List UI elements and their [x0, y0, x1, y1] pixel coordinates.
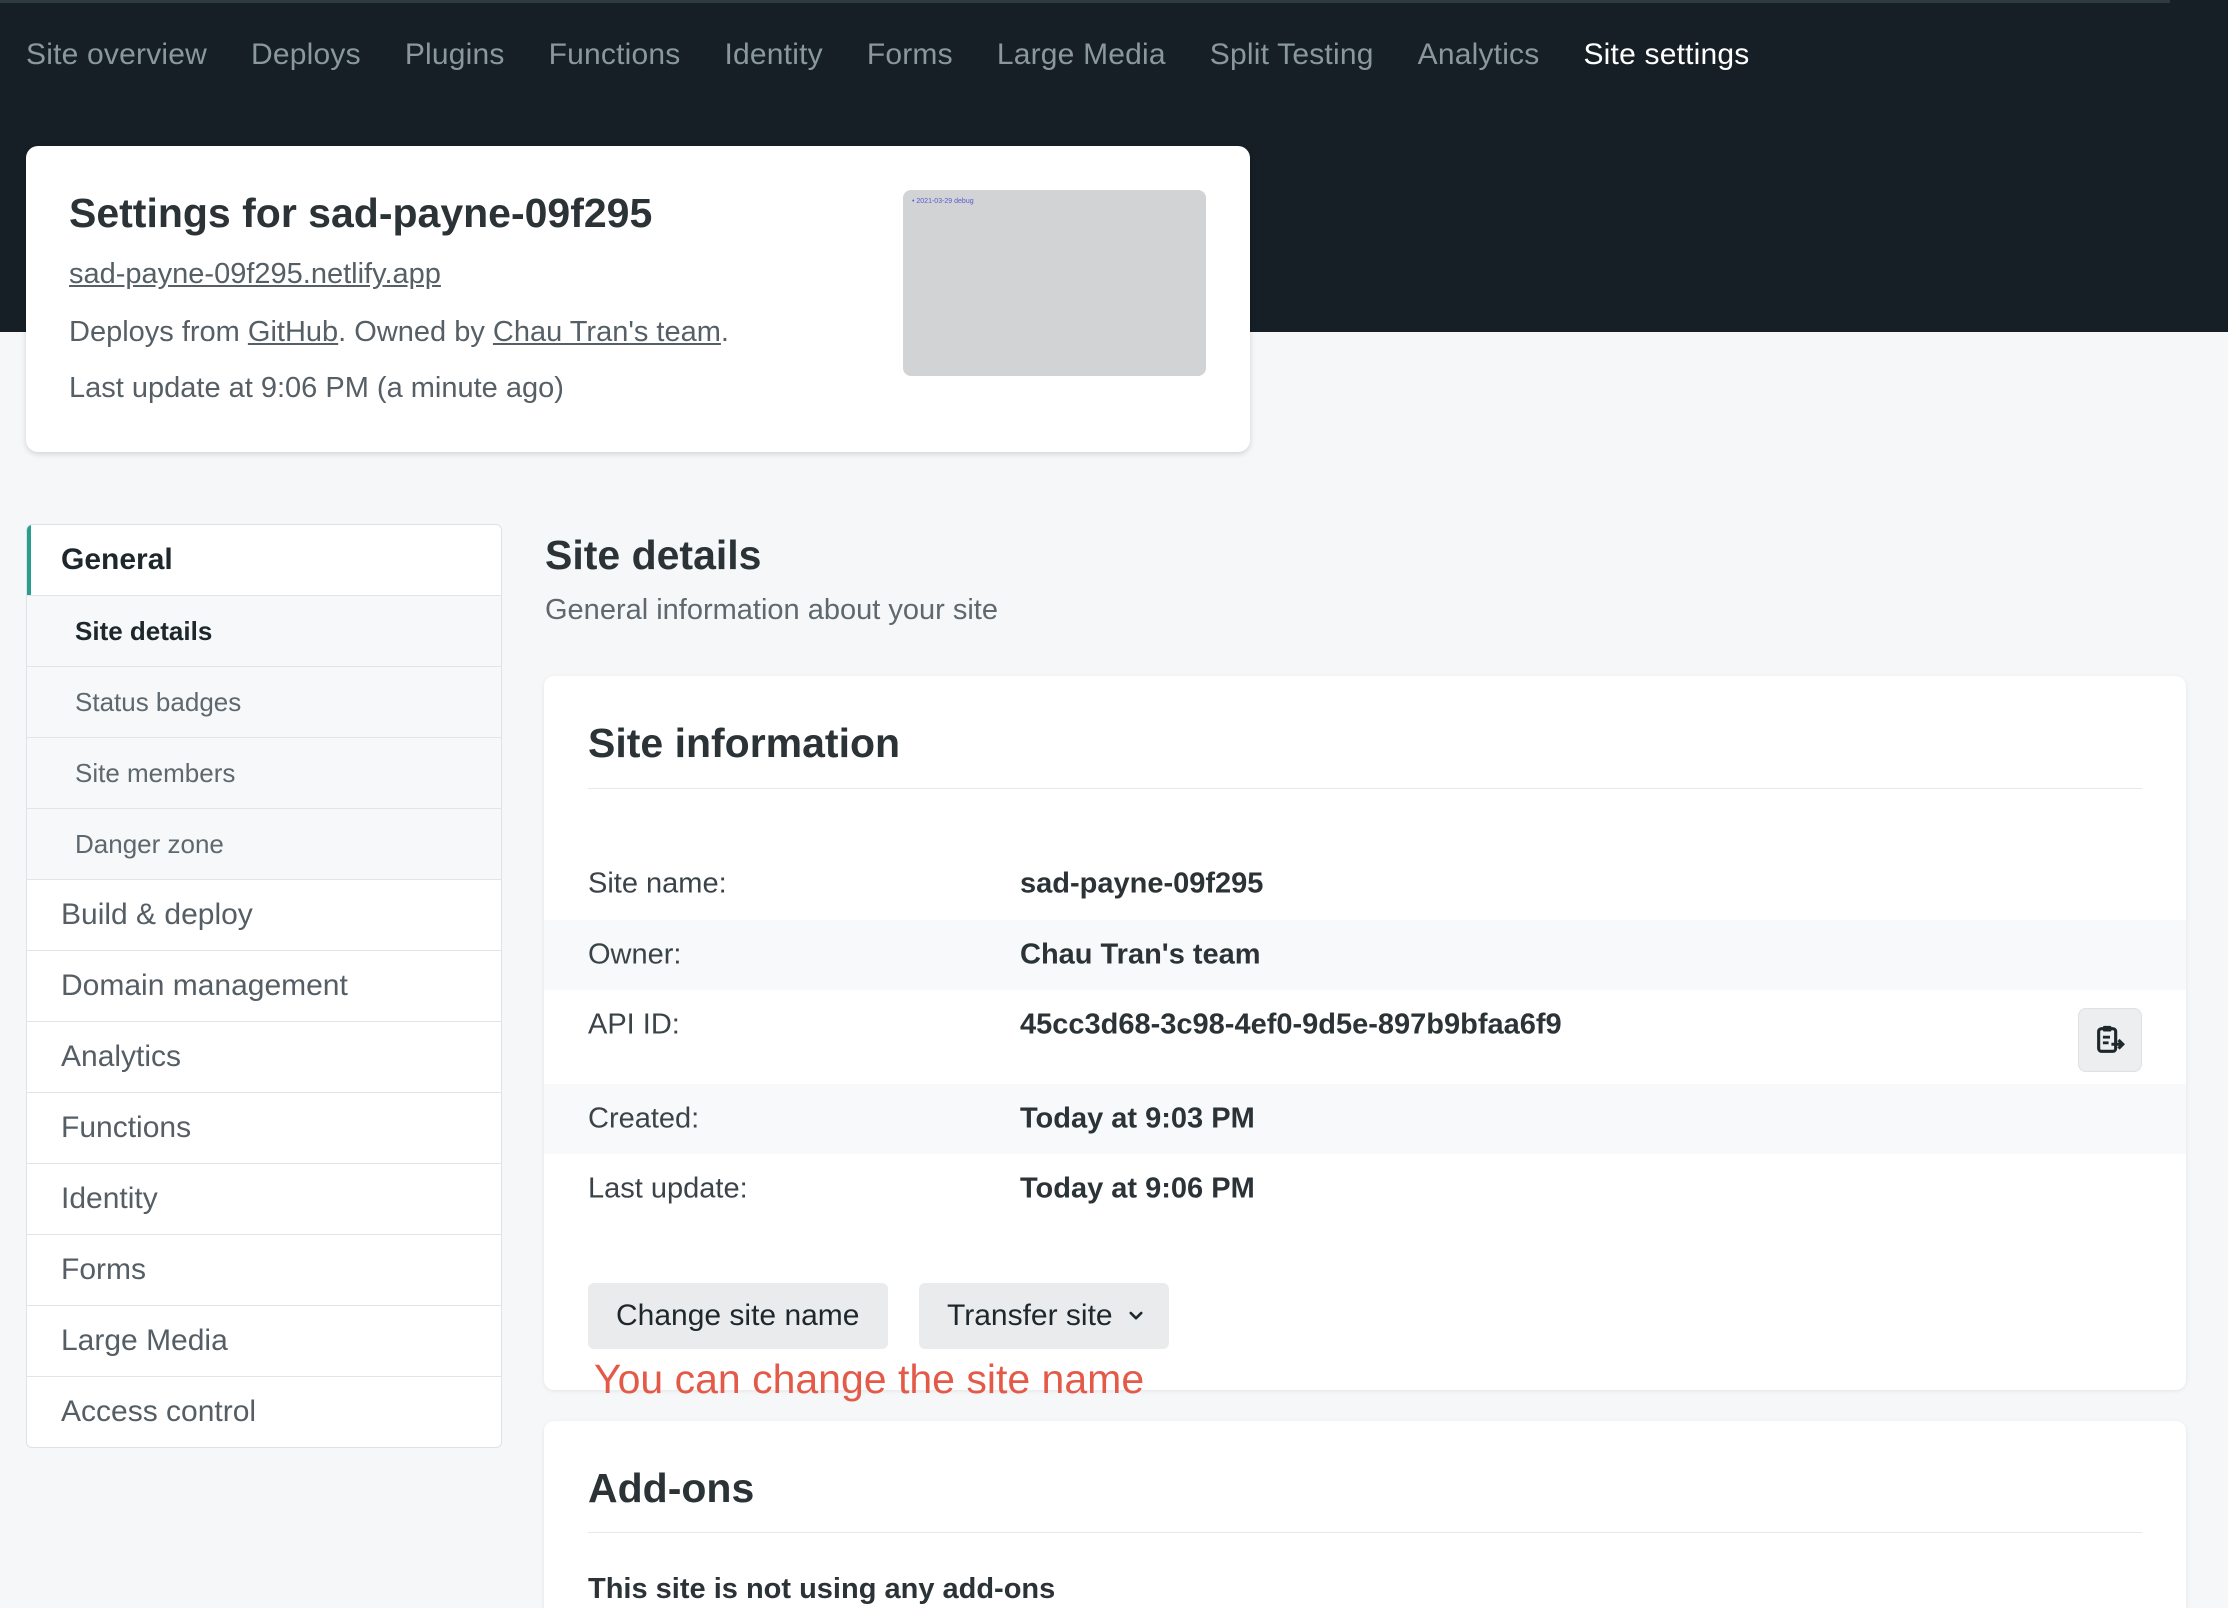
- site-actions: Change site name Transfer site: [588, 1283, 1388, 1349]
- sidebar-item-domain-management[interactable]: Domain management: [27, 950, 501, 1021]
- nav-forms[interactable]: Forms: [867, 38, 953, 72]
- section-title: Site details: [545, 532, 762, 578]
- nav-split-testing[interactable]: Split Testing: [1210, 38, 1374, 72]
- deploys-info: Deploys from GitHub. Owned by Chau Tran'…: [69, 316, 729, 349]
- nav-site-overview[interactable]: Site overview: [26, 38, 207, 72]
- nav-deploys[interactable]: Deploys: [251, 38, 361, 72]
- settings-sidebar: General Site details Status badges Site …: [26, 524, 502, 1448]
- thumbnail-text: • 2021-03-29 debug: [912, 198, 974, 205]
- site-name-row: Site name: sad-payne-09f295: [544, 849, 2186, 919]
- sidebar-item-build-deploy[interactable]: Build & deploy: [27, 879, 501, 950]
- created-row: Created: Today at 9:03 PM: [544, 1084, 2186, 1154]
- owner-label: Owner:: [588, 938, 682, 971]
- last-update-value: Today at 9:06 PM: [1020, 1172, 1255, 1205]
- sidebar-item-identity[interactable]: Identity: [27, 1163, 501, 1234]
- site-information-card: Site information Site name: sad-payne-09…: [544, 676, 2186, 1402]
- clipboard-icon: [2097, 1025, 2125, 1053]
- section-subtitle: General information about your site: [545, 594, 998, 626]
- change-site-name-button[interactable]: Change site name: [588, 1283, 888, 1349]
- created-value: Today at 9:03 PM: [1020, 1102, 1255, 1135]
- owner-value: Chau Tran's team: [1020, 938, 1261, 971]
- site-information-title: Site information: [588, 720, 901, 766]
- deploys-prefix: Deploys from: [69, 316, 248, 348]
- add-ons-divider: [588, 1532, 2142, 1533]
- sidebar-subitem-danger-zone[interactable]: Danger zone: [27, 808, 501, 879]
- sidebar-item-general[interactable]: General: [27, 525, 501, 595]
- sidebar-item-access-control[interactable]: Access control: [27, 1376, 501, 1447]
- site-nav: Site overview Deploys Plugins Functions …: [26, 30, 1750, 80]
- api-id-label: API ID:: [588, 1008, 680, 1041]
- nav-analytics[interactable]: Analytics: [1418, 38, 1540, 72]
- page-title: Settings for sad-payne-09f295: [69, 190, 653, 236]
- annotation-note: You can change the site name: [594, 1356, 1145, 1402]
- nav-functions[interactable]: Functions: [549, 38, 681, 72]
- site-header-card: Settings for sad-payne-09f295 sad-payne-…: [26, 146, 1250, 452]
- github-link[interactable]: GitHub: [248, 316, 338, 348]
- site-url-link[interactable]: sad-payne-09f295.netlify.app: [69, 258, 441, 291]
- sidebar-item-analytics[interactable]: Analytics: [27, 1021, 501, 1092]
- transfer-site-label: Transfer site: [947, 1299, 1113, 1332]
- site-name-label: Site name:: [588, 867, 727, 900]
- nav-identity[interactable]: Identity: [724, 38, 822, 72]
- sidebar-item-large-media[interactable]: Large Media: [27, 1305, 501, 1376]
- card-divider: [588, 788, 2142, 789]
- owned-prefix: . Owned by: [338, 316, 493, 348]
- last-update-label: Last update:: [588, 1172, 748, 1205]
- last-update-row: Last update: Today at 9:06 PM: [544, 1154, 2186, 1224]
- add-ons-card: Add-ons This site is not using any add-o…: [544, 1421, 2186, 1608]
- owned-suffix: .: [720, 316, 729, 348]
- nav-site-settings[interactable]: Site settings: [1583, 38, 1749, 72]
- team-link[interactable]: Chau Tran's team: [493, 316, 721, 348]
- sidebar-item-forms[interactable]: Forms: [27, 1234, 501, 1305]
- add-ons-title: Add-ons: [588, 1465, 755, 1511]
- owner-row: Owner: Chau Tran's team: [544, 920, 2186, 990]
- nav-large-media[interactable]: Large Media: [997, 38, 1166, 72]
- sidebar-item-functions[interactable]: Functions: [27, 1092, 501, 1163]
- add-ons-status: This site is not using any add-ons: [588, 1573, 1056, 1605]
- api-id-row: API ID: 45cc3d68-3c98-4ef0-9d5e-897b9bfa…: [544, 990, 2186, 1084]
- nav-plugins[interactable]: Plugins: [405, 38, 505, 72]
- last-update-info: Last update at 9:06 PM (a minute ago): [69, 372, 564, 404]
- top-edge-line: [0, 0, 2170, 3]
- chevron-down-icon: [1129, 1311, 1143, 1320]
- site-name-value: sad-payne-09f295: [1020, 867, 1264, 900]
- created-label: Created:: [588, 1102, 700, 1135]
- copy-api-id-button[interactable]: [2078, 1008, 2142, 1072]
- transfer-site-button[interactable]: Transfer site: [919, 1283, 1169, 1349]
- sidebar-subitem-status-badges[interactable]: Status badges: [27, 666, 501, 737]
- sidebar-subitem-site-details[interactable]: Site details: [27, 595, 501, 666]
- api-id-value: 45cc3d68-3c98-4ef0-9d5e-897b9bfaa6f9: [1020, 1008, 1562, 1041]
- sidebar-subitem-site-members[interactable]: Site members: [27, 737, 501, 808]
- site-thumbnail[interactable]: • 2021-03-29 debug: [903, 190, 1206, 376]
